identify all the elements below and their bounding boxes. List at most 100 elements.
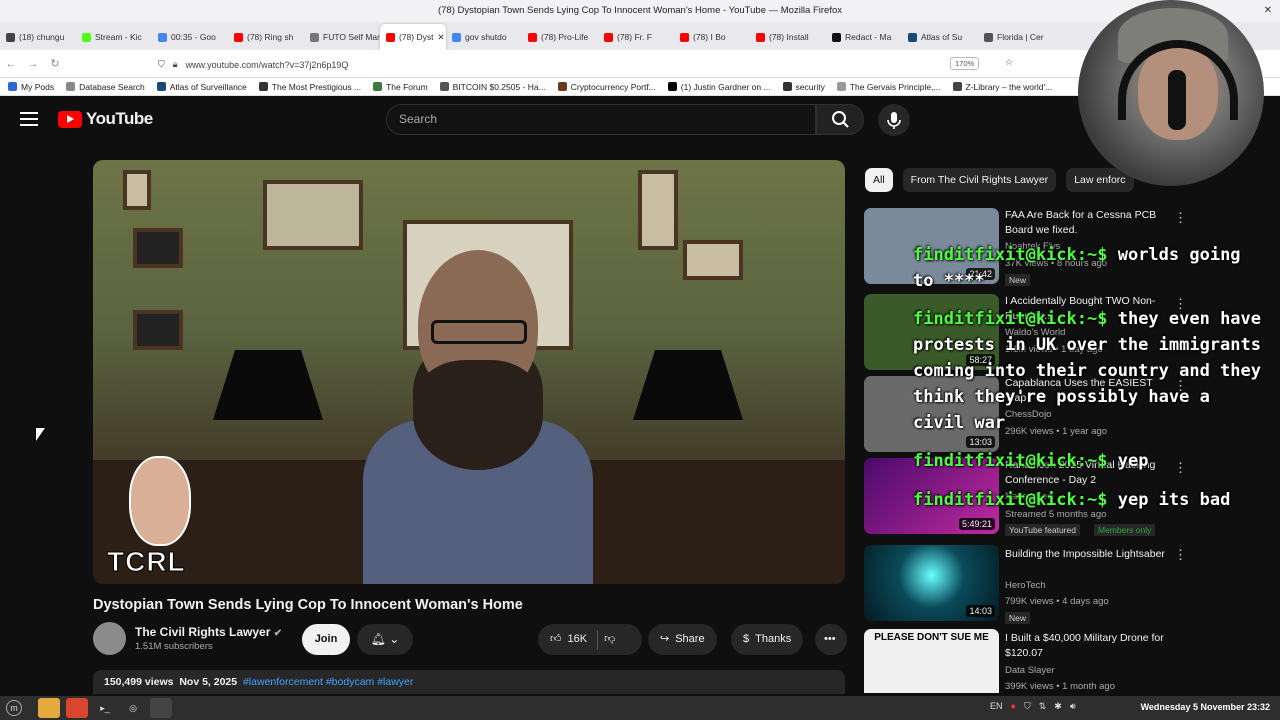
bluetooth-icon[interactable]: ✱ bbox=[1054, 701, 1062, 712]
search-input[interactable]: Search bbox=[386, 104, 816, 135]
hashtags[interactable]: #lawenforcement #bodycam #lawyer bbox=[243, 676, 413, 688]
firefox-icon[interactable] bbox=[66, 698, 88, 718]
bell-icon: 🔔︎ bbox=[370, 632, 386, 646]
tab[interactable]: (18) chungu bbox=[0, 24, 76, 50]
tab-label: FUTO Self Man bbox=[323, 32, 380, 42]
video-thumbnail[interactable]: 14:03 bbox=[864, 545, 999, 621]
bookmark[interactable]: BITCOIN $0.2505 - Ha... bbox=[439, 82, 546, 92]
bookmark[interactable]: The Gervais Principle,... bbox=[836, 82, 941, 92]
tab-close-icon[interactable]: ✕ bbox=[437, 32, 444, 43]
tab[interactable]: Atlas of Su bbox=[902, 24, 978, 50]
tab-label: Stream - Kic bbox=[95, 32, 142, 42]
kick-icon bbox=[82, 32, 91, 42]
record-icon[interactable]: ● bbox=[1011, 701, 1016, 712]
back-icon[interactable]: ← bbox=[0, 58, 22, 70]
bookmark-label: (1) Justin Gardner on ... bbox=[680, 81, 771, 92]
folder-icon[interactable] bbox=[38, 698, 60, 718]
notification-bell-button[interactable]: 🔔︎ ⌄ bbox=[357, 624, 413, 655]
channel-overlay: TCRL bbox=[99, 456, 217, 580]
redact-icon bbox=[832, 32, 841, 42]
tab-label: Florida | Cer bbox=[997, 32, 1044, 42]
bookmark[interactable]: Cryptocurrency Portf... bbox=[557, 82, 656, 92]
members-badge: Members only bbox=[1094, 524, 1156, 536]
bookmark[interactable]: Atlas of Surveillance bbox=[156, 82, 247, 92]
terminal-icon[interactable]: ▸_ bbox=[94, 698, 116, 718]
share-icon: ↪ bbox=[660, 633, 670, 645]
tab-label: (78) Fr. F bbox=[617, 32, 652, 42]
video-player[interactable]: TCRL bbox=[93, 160, 845, 584]
bookmark[interactable]: security bbox=[782, 82, 825, 92]
recommendation-item[interactable]: PLEASE DON'T SUE ME I Built a $40,000 Mi… bbox=[864, 629, 1164, 693]
tab[interactable]: (78) Fr. F bbox=[598, 24, 674, 50]
bookmark[interactable]: Z-Library – the world'... bbox=[952, 82, 1052, 92]
forward-icon[interactable]: → bbox=[22, 58, 44, 70]
volume-icon[interactable]: 🔊︎ bbox=[1070, 701, 1076, 712]
tab[interactable]: 00:35 - Goo bbox=[152, 24, 228, 50]
tab-strip: (18) chungu Stream - Kic 00:35 - Goo (78… bbox=[0, 22, 1280, 50]
chat-text: yep its bad bbox=[1117, 490, 1231, 510]
tab[interactable]: Florida | Cer bbox=[978, 24, 1054, 50]
chip-all[interactable]: All bbox=[865, 168, 893, 192]
keyboard-layout[interactable]: EN bbox=[990, 701, 1003, 712]
start-menu-icon[interactable]: m bbox=[6, 700, 22, 716]
filter-chips: All From The Civil Rights Lawyer Law enf… bbox=[865, 168, 1134, 192]
thanks-button[interactable]: $ Thanks bbox=[731, 624, 804, 655]
recommendation-item[interactable]: 14:03 Building the Impossible Lightsaber… bbox=[864, 545, 1187, 624]
chat-user: finditfixit@kick:~$ bbox=[913, 490, 1108, 510]
bookmark[interactable]: The Most Prestigious ... bbox=[258, 82, 361, 92]
voice-search-button[interactable] bbox=[878, 104, 910, 136]
reload-icon[interactable]: ↻ bbox=[44, 57, 66, 70]
app-icon[interactable] bbox=[150, 698, 172, 718]
rec-channel: Data Slayer bbox=[1005, 665, 1055, 676]
window-close-button[interactable]: ✕ bbox=[1264, 0, 1272, 22]
tab[interactable]: FUTO Self Man bbox=[304, 24, 380, 50]
tab[interactable]: gov shutdo bbox=[446, 24, 522, 50]
zoom-indicator[interactable]: 170% bbox=[950, 57, 980, 70]
tab-label: (78) Dyst bbox=[399, 32, 434, 42]
more-actions-button[interactable]: ••• bbox=[815, 624, 847, 655]
search-icon bbox=[832, 111, 849, 128]
network-icon[interactable]: ⇅ bbox=[1039, 701, 1047, 712]
thumbs-down-icon[interactable]: 👎︎ bbox=[604, 624, 615, 655]
video-thumbnail[interactable]: PLEASE DON'T SUE ME bbox=[864, 629, 999, 693]
featured-badge: YouTube featured bbox=[1005, 524, 1080, 536]
overlay-text: TCRL bbox=[107, 546, 186, 578]
share-label: Share bbox=[675, 633, 705, 645]
bookmark-label: The Forum bbox=[386, 81, 428, 92]
bookmark[interactable]: My Pods bbox=[8, 82, 54, 92]
obs-icon[interactable]: ◎ bbox=[122, 698, 144, 718]
bookmark[interactable]: The Forum bbox=[373, 82, 428, 92]
share-button[interactable]: ↪ Share bbox=[648, 624, 717, 655]
tab[interactable]: Stream - Kic bbox=[76, 24, 152, 50]
wall-frame bbox=[683, 240, 743, 280]
more-icon[interactable]: ⋮ bbox=[1174, 210, 1187, 226]
lock-icon[interactable]: 🔒︎ bbox=[173, 59, 178, 70]
tab-active[interactable]: (78) Dyst ✕ bbox=[380, 24, 446, 50]
system-tray: EN ● ⛉ ⇅ ✱ 🔊︎ bbox=[990, 701, 1075, 712]
tab[interactable]: (78) Ring sh bbox=[228, 24, 304, 50]
chip-channel[interactable]: From The Civil Rights Lawyer bbox=[902, 168, 1057, 192]
channel-name[interactable]: The Civil Rights Lawyer bbox=[135, 625, 270, 639]
bookmark-star-icon[interactable]: ☆ bbox=[1005, 57, 1013, 68]
tab[interactable]: (78) I Bo bbox=[674, 24, 750, 50]
description-box[interactable]: 150,499 views Nov 5, 2025 #lawenforcemen… bbox=[93, 670, 845, 694]
menu-icon[interactable] bbox=[20, 112, 38, 126]
lamp bbox=[633, 350, 743, 420]
shield-icon[interactable]: ⛉ bbox=[158, 59, 165, 70]
video-title: Dystopian Town Sends Lying Cop To Innoce… bbox=[93, 597, 523, 613]
tab[interactable]: Redact - Ma bbox=[826, 24, 902, 50]
shield-icon[interactable]: ⛉ bbox=[1024, 701, 1031, 712]
channel-avatar[interactable] bbox=[93, 622, 126, 655]
search-button[interactable] bbox=[816, 104, 864, 135]
bookmark[interactable]: (1) Justin Gardner on ... bbox=[667, 81, 771, 92]
tab[interactable]: (78) Install bbox=[750, 24, 826, 50]
tab[interactable]: (78) Pro-Life bbox=[522, 24, 598, 50]
youtube-icon bbox=[386, 32, 395, 42]
youtube-logo[interactable]: YouTube bbox=[58, 109, 153, 129]
clock[interactable]: Wednesday 5 November 23:32 bbox=[1141, 702, 1270, 712]
bookmark[interactable]: Database Search bbox=[66, 82, 145, 92]
join-button[interactable]: Join bbox=[302, 624, 350, 655]
more-icon[interactable]: ⋮ bbox=[1174, 547, 1187, 563]
address-bar[interactable]: ⛉ 🔒︎ www.youtube.com/watch?v=37j2n6p19Q bbox=[158, 56, 978, 73]
like-button[interactable]: 👍︎ 16K 👎︎ bbox=[538, 624, 642, 655]
